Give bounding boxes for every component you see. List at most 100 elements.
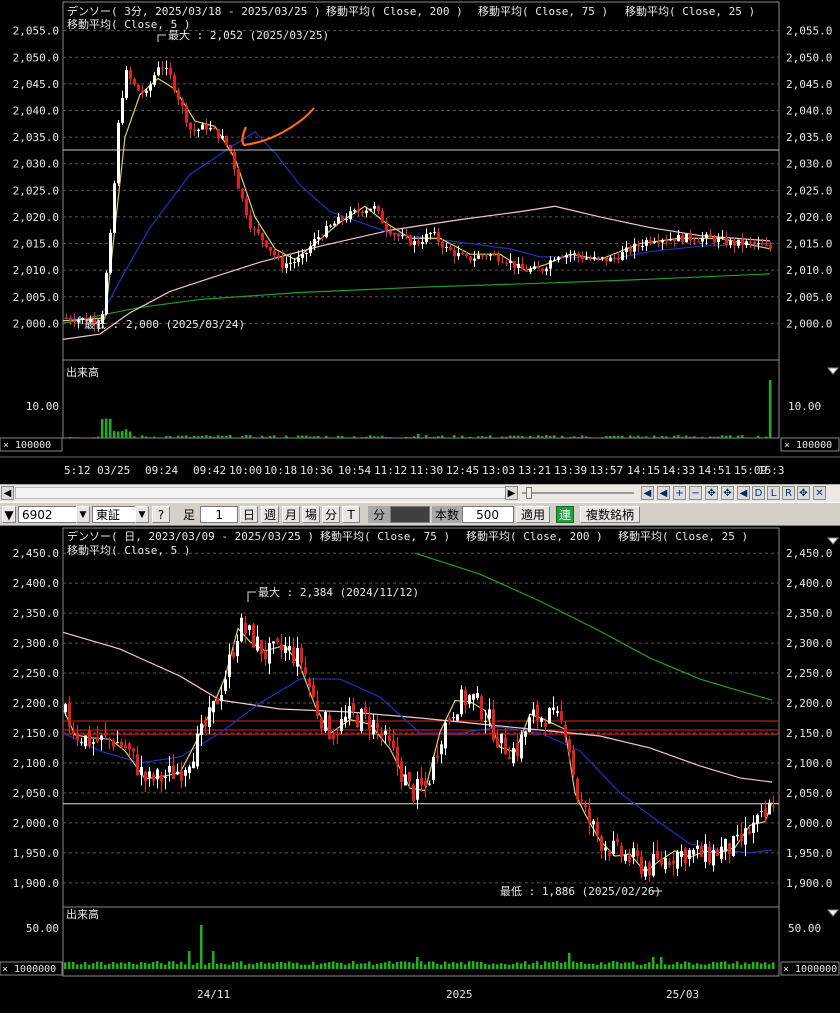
candle-body: [429, 233, 432, 234]
volume-bar: [100, 962, 103, 969]
candle-body: [653, 242, 656, 243]
candle-body: [92, 742, 95, 744]
candle-body: [245, 199, 248, 216]
chart-nav-button[interactable]: D: [752, 486, 765, 500]
scroll-track[interactable]: [15, 487, 517, 499]
volume-bar: [376, 964, 379, 969]
volume-bar: [141, 435, 144, 438]
intraday-chart-svg[interactable]: デンソー( 3分, 2025/03/18 - 2025/03/25 ) 移動平均…: [0, 0, 840, 484]
chart-nav-button[interactable]: ◀: [657, 486, 670, 500]
chart-nav-button[interactable]: R: [782, 486, 795, 500]
chart-nav-button[interactable]: L: [767, 486, 780, 500]
candle-body: [680, 851, 683, 857]
chart-nav-button[interactable]: ✥: [705, 486, 718, 500]
zoom-slider-track[interactable]: [522, 492, 634, 494]
volume-bar: [769, 380, 772, 438]
candle-body: [412, 785, 415, 802]
month-button[interactable]: 月: [282, 506, 300, 523]
tick-button[interactable]: T: [342, 506, 360, 523]
multi-stock-button[interactable]: 複数銘柄: [580, 506, 640, 523]
y-tick-label: 2,250.0: [13, 667, 59, 680]
candle-body: [584, 805, 587, 807]
volume-bar: [513, 436, 516, 438]
week-button[interactable]: 週: [261, 506, 279, 523]
volume-bar: [596, 965, 599, 969]
honsu-field[interactable]: 500: [462, 506, 514, 523]
candle-body: [316, 701, 319, 716]
volume-bar: [325, 436, 328, 438]
candle-body: [509, 261, 512, 263]
y-tick-label: 2,300.0: [786, 637, 832, 650]
daily-chart-svg[interactable]: デンソー( 日, 2023/03/09 - 2025/03/25 ) 移動平均(…: [0, 526, 840, 1009]
candle-body: [696, 846, 699, 849]
help-button[interactable]: ?: [152, 506, 170, 523]
candle-body: [257, 229, 260, 233]
candle-body: [465, 254, 468, 256]
volume-bar: [649, 437, 652, 438]
volume-bar: [441, 435, 444, 438]
volume-bar: [652, 957, 655, 969]
volume-scale-left: 10.00: [26, 400, 59, 413]
candle-body: [728, 843, 731, 854]
volume-bar: [108, 964, 111, 969]
chart-nav-button[interactable]: ✕: [813, 486, 826, 500]
candle-body: [253, 229, 256, 230]
chart-nav-button[interactable]: ✥: [721, 486, 734, 500]
volume-bar: [696, 963, 699, 969]
minute-button[interactable]: 分: [322, 506, 340, 523]
volume-bar: [264, 964, 267, 969]
volume-bar: [648, 962, 651, 969]
y-tick-label: 1,950.0: [13, 847, 59, 860]
y-tick-label: 2,200.0: [786, 697, 832, 710]
y-tick-label: 2,045.0: [13, 78, 59, 91]
volume-bar: [313, 436, 316, 438]
candle-body: [712, 850, 715, 866]
apply-button[interactable]: 適用: [516, 506, 550, 523]
stock-code-dropdown[interactable]: ▼: [76, 506, 90, 523]
daily-chart-panel[interactable]: デンソー( 日, 2023/03/09 - 2025/03/25 ) 移動平均(…: [0, 526, 840, 1009]
volume-bar: [224, 964, 227, 969]
ba-button[interactable]: 場: [302, 506, 320, 523]
candle-body: [629, 248, 632, 252]
candle-body: [289, 263, 292, 264]
candle-body: [421, 242, 424, 244]
intraday-chart-panel[interactable]: デンソー( 3分, 2025/03/18 - 2025/03/25 ) 移動平均…: [0, 0, 840, 484]
chart-nav-button[interactable]: +: [673, 486, 686, 500]
candle-body: [553, 260, 556, 261]
chart-scrollbar[interactable]: ◀ ▶ ◀◀+−✥✥◀DLR✥✕: [0, 484, 840, 502]
day-button[interactable]: 日: [240, 506, 258, 523]
toolbar-menu-button[interactable]: ▼: [2, 506, 16, 523]
chart-nav-button[interactable]: ✥: [797, 486, 810, 500]
volume-bar: [97, 437, 100, 438]
volume-bar: [416, 957, 419, 969]
minute-interval-field[interactable]: [390, 506, 430, 523]
daily-ma200-label: 移動平均( Close, 200 ): [466, 529, 603, 543]
volume-bar: [688, 962, 691, 969]
volume-bar: [497, 437, 500, 438]
candle-body: [705, 234, 708, 237]
candle-body: [400, 761, 403, 782]
scroll-left-button[interactable]: ◀: [1, 486, 14, 500]
volume-bar: [421, 437, 424, 438]
candle-body: [281, 257, 284, 268]
chart-nav-button[interactable]: −: [689, 486, 702, 500]
candle-body: [229, 145, 232, 151]
ashi-count-field[interactable]: 1: [200, 506, 238, 523]
chart-nav-button[interactable]: ◀: [641, 486, 654, 500]
volume-bar: [520, 963, 523, 969]
zoom-slider-thumb[interactable]: [526, 487, 532, 499]
volume-bar: [153, 437, 156, 438]
chart-nav-button[interactable]: ◀: [737, 486, 750, 500]
candle-body: [637, 244, 640, 246]
market-dropdown[interactable]: ▼: [135, 506, 149, 523]
volume-bar: [725, 436, 728, 438]
volume-bar: [308, 965, 311, 969]
candle-body: [201, 124, 204, 129]
candle-body: [293, 262, 296, 263]
volume-bar: [349, 437, 352, 438]
candle-body: [605, 257, 608, 261]
ren-toggle[interactable]: 連: [556, 506, 574, 523]
scroll-right-button[interactable]: ▶: [505, 486, 518, 500]
candle-body: [756, 815, 759, 823]
volume-bar: [220, 963, 223, 969]
